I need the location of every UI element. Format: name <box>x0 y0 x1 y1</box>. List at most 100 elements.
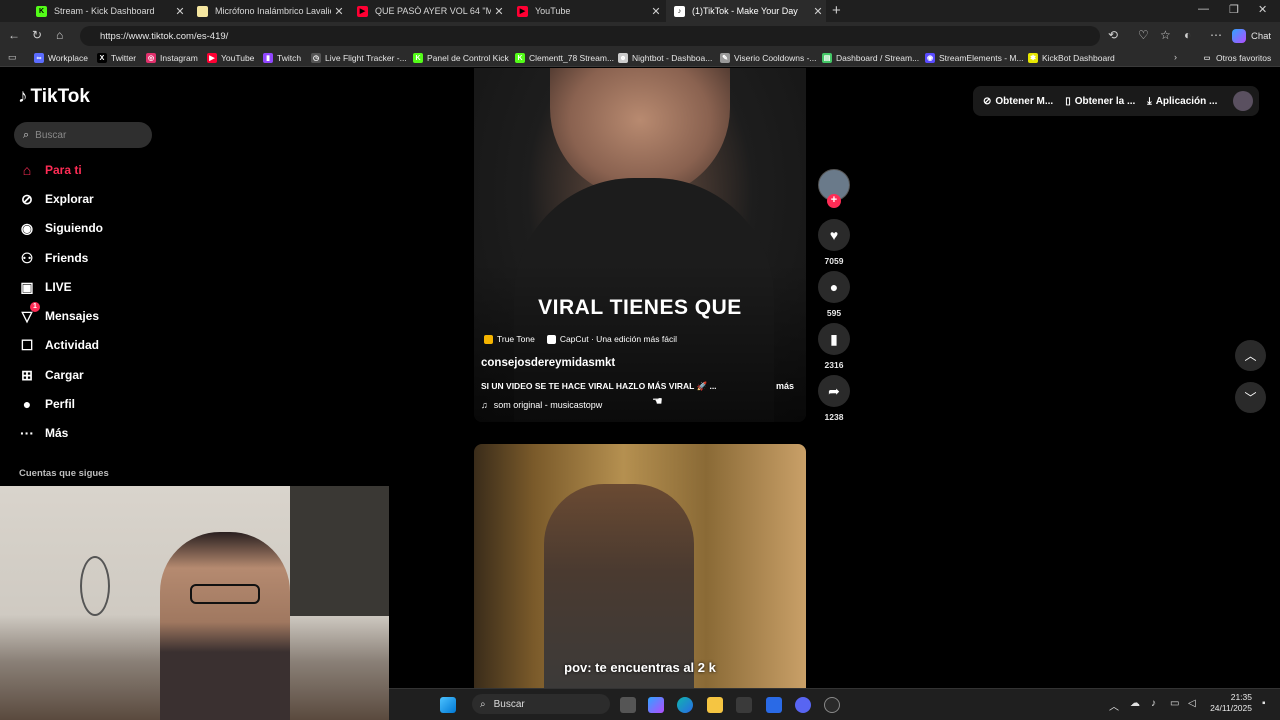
bookmark-item[interactable]: ◷ Live Flight Tracker -... <box>311 53 407 63</box>
microphone-icon[interactable]: ♪ <box>1151 698 1156 709</box>
bookmark-item[interactable]: ◎ Instagram <box>146 53 198 63</box>
sidebar-item-cargar[interactable]: ⊞ Cargar <box>18 364 84 386</box>
save-button[interactable]: ▮ <box>818 323 850 355</box>
onedrive-icon[interactable]: ☁ <box>1130 698 1140 709</box>
tab-close-icon[interactable]: ✕ <box>491 5 507 18</box>
sidebar-item-más[interactable]: ··· Más <box>18 422 68 444</box>
browser-tab[interactable]: Micrófono Inalámbrico Lavalier H✕ <box>189 0 347 22</box>
copilot-taskbar-icon[interactable] <box>648 697 664 713</box>
follow-plus-icon[interactable]: + <box>827 194 841 208</box>
edge-icon[interactable] <box>677 697 693 713</box>
tab-favicon-icon: ▶ <box>357 5 368 17</box>
taskbar-clock[interactable]: 21:35 24/11/2025 <box>1202 692 1252 714</box>
mail-icon[interactable] <box>766 697 782 713</box>
bookmark-item[interactable]: ✎ Viserio Cooldowns -... <box>720 53 817 63</box>
tab-close-icon[interactable]: ✕ <box>172 5 188 18</box>
network-icon[interactable]: ▭ <box>1170 698 1179 709</box>
browser-tab[interactable]: K Stream - Kick Dashboard ✕ <box>28 0 188 22</box>
bookmarks-overflow-icon[interactable]: › <box>1174 52 1177 62</box>
sidebar-item-perfil[interactable]: ● Perfil <box>18 393 75 415</box>
sidebar-toggle-icon[interactable]: ▭ <box>8 52 17 63</box>
sidebar-item-siguiendo[interactable]: ◉ Siguiendo <box>18 217 103 239</box>
bookmark-item[interactable]: ✱ KickBot Dashboard <box>1028 53 1115 63</box>
tiktok-search-input[interactable]: ⌕ Buscar <box>14 122 152 148</box>
bookmark-label: Panel de Control Kick <box>427 53 509 63</box>
video-tag[interactable]: CapCut · Una edición más fácil <box>546 334 677 344</box>
bookmark-item[interactable]: ☻ Nightbot - Dashboa... <box>618 53 712 63</box>
bookmark-icon: ☻ <box>618 53 628 63</box>
video1-username[interactable]: consejosdereymidasmkt <box>481 357 615 369</box>
share-button[interactable]: ➦ <box>818 375 850 407</box>
browser-essentials-icon[interactable]: ♡ <box>1138 28 1149 42</box>
sidebar-item-para-ti[interactable]: ⌂ Para ti <box>18 159 82 181</box>
profile-icon[interactable]: ◐ <box>1184 28 1191 42</box>
sidebar-item-explorar[interactable]: ⊘ Explorar <box>18 188 94 210</box>
browser-tab[interactable]: ♪ (1)TikTok - Make Your Day ✕ <box>666 0 826 22</box>
tab-title: (1)TikTok - Make Your Day <box>692 6 798 16</box>
video1-tags: True Tone CapCut · Una edición más fácil <box>484 334 689 344</box>
taskbar-search[interactable]: ⌕ Buscar <box>472 694 610 714</box>
sidebar-item-actividad[interactable]: ☐ Actividad <box>18 334 99 356</box>
bookmark-item[interactable]: X Twitter <box>97 53 136 63</box>
bookmark-item[interactable]: K Panel de Control Kick <box>413 53 509 63</box>
sidebar-item-live[interactable]: ▣ LIVE <box>18 276 71 298</box>
browser-tab[interactable]: ▶ QUE PASÓ AYER VOL 64 "MIX SA✕ <box>349 0 507 22</box>
comment-button[interactable]: ● <box>818 271 850 303</box>
video-player-1[interactable]: VIRAL TIENES QUE True Tone CapCut · Una e… <box>474 68 806 422</box>
top-action-button[interactable]: ⊘ Obtener M... <box>983 96 1053 107</box>
folder-icon: ▭ <box>1203 55 1211 62</box>
store-icon[interactable] <box>736 697 752 713</box>
tab-close-icon[interactable]: ✕ <box>810 5 826 18</box>
tray-chevron-icon[interactable]: ︿ <box>1109 698 1119 713</box>
top-action-button[interactable]: ▯ Obtener la ... <box>1065 96 1135 107</box>
previous-video-button[interactable]: ︿ <box>1235 340 1266 371</box>
tiktok-logo-text: TikTok <box>30 86 90 107</box>
bookmark-item[interactable]: ▤ Dashboard / Stream... <box>822 53 919 63</box>
obs-icon[interactable] <box>824 697 840 713</box>
start-icon[interactable] <box>440 697 456 713</box>
next-video-button[interactable]: ﹀ <box>1235 382 1266 413</box>
bookmark-item[interactable]: ▶ YouTube <box>207 53 254 63</box>
sidebar-item-friends[interactable]: ⚇ Friends <box>18 247 89 269</box>
tab-favicon-icon: K <box>36 5 47 17</box>
favorites-icon[interactable]: ☆ <box>1160 28 1171 42</box>
copilot-chat-button[interactable]: Chat <box>1232 26 1271 46</box>
menu-dots-icon[interactable]: ⋯ <box>1210 28 1222 42</box>
like-button[interactable]: ♥ <box>818 219 850 251</box>
tiktok-logo[interactable]: ♪ TikTok <box>18 86 90 108</box>
home-browser-icon[interactable]: ⌂ <box>56 28 63 42</box>
video-player-2[interactable]: pov: te encuentras al 2 k <box>474 444 806 690</box>
sidebar-item-mensajes[interactable]: ▽ Mensajes 1 <box>18 302 99 327</box>
tab-close-icon[interactable]: ✕ <box>648 5 664 18</box>
video-tag[interactable]: True Tone <box>484 334 535 344</box>
bookmark-item[interactable]: ▮ Twitch <box>263 53 301 63</box>
other-favorites-folder[interactable]: ▭ Otros favoritos <box>1202 53 1272 63</box>
restore-icon[interactable]: ❐ <box>1229 3 1239 16</box>
browser-tab[interactable]: ▶ YouTube ✕ <box>509 0 664 22</box>
extensions-icon[interactable]: ⟲ <box>1108 28 1118 42</box>
close-window-icon[interactable]: ✕ <box>1258 3 1267 16</box>
bookmark-item[interactable]: K Clementt_78 Stream... <box>515 53 614 63</box>
new-tab-button[interactable]: + <box>832 2 841 19</box>
file-explorer-icon[interactable] <box>707 697 723 713</box>
top-action-label: Aplicación ... <box>1155 95 1218 107</box>
notifications-icon[interactable]: ▪ <box>1262 698 1266 709</box>
back-icon[interactable]: ← <box>8 28 20 42</box>
video1-more-link[interactable]: más <box>776 381 794 391</box>
video1-music[interactable]: ♫ som original - musicastopw <box>481 400 602 410</box>
refresh-icon[interactable]: ↻ <box>32 28 42 42</box>
like-count: 7059 <box>824 256 844 266</box>
task-view-icon[interactable] <box>620 697 636 713</box>
tab-close-icon[interactable]: ✕ <box>331 5 347 18</box>
minimize-icon[interactable]: — <box>1198 3 1209 15</box>
sidebar-item-label: Explorar <box>45 192 94 206</box>
top-action-icon: ⊘ <box>983 95 992 107</box>
volume-icon[interactable]: ◁ <box>1188 698 1196 709</box>
bookmark-item[interactable]: ◉ StreamElements - M... <box>925 53 1024 63</box>
url-field[interactable]: https://www.tiktok.com/es-419/ <box>80 26 1100 46</box>
clock-time: 21:35 <box>1230 692 1252 702</box>
top-action-button[interactable]: ⤓ Aplicación ... <box>1147 96 1217 107</box>
bookmark-item[interactable]: ∞ Workplace <box>34 53 88 63</box>
discord-icon[interactable] <box>795 697 811 713</box>
user-avatar[interactable] <box>1233 91 1254 111</box>
